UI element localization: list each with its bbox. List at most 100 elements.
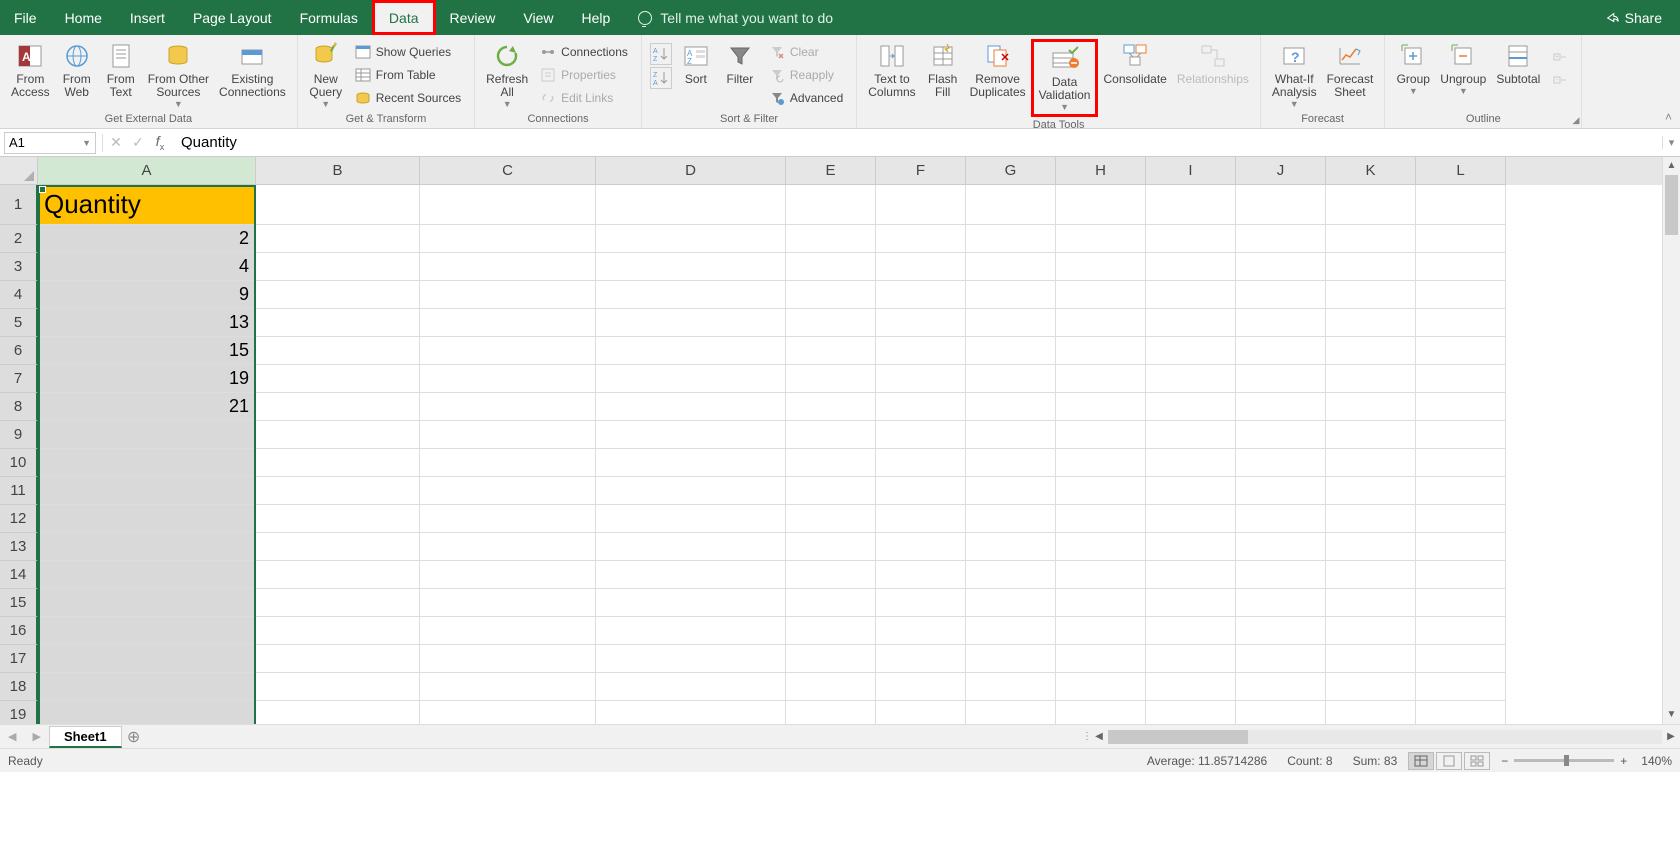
group-button[interactable]: Group ▼ <box>1391 39 1435 98</box>
cell-C10[interactable] <box>420 449 596 477</box>
cell-K2[interactable] <box>1326 225 1416 253</box>
tab-view[interactable]: View <box>509 0 567 35</box>
cell-L19[interactable] <box>1416 701 1506 724</box>
cell-B19[interactable] <box>256 701 420 724</box>
from-text-button[interactable]: From Text <box>99 39 143 101</box>
cell-C15[interactable] <box>420 589 596 617</box>
cell-F17[interactable] <box>876 645 966 673</box>
cell-E19[interactable] <box>786 701 876 724</box>
cell-D15[interactable] <box>596 589 786 617</box>
cell-C4[interactable] <box>420 281 596 309</box>
cell-K16[interactable] <box>1326 617 1416 645</box>
add-sheet-button[interactable]: ⊕ <box>122 727 146 747</box>
share-button[interactable]: Share <box>1587 0 1680 35</box>
cell-H6[interactable] <box>1056 337 1146 365</box>
cell-J4[interactable] <box>1236 281 1326 309</box>
cell-B7[interactable] <box>256 365 420 393</box>
row-header-5[interactable]: 5 <box>0 309 38 337</box>
cell-H8[interactable] <box>1056 393 1146 421</box>
formula-input[interactable]: Quantity <box>171 134 1662 151</box>
cell-F16[interactable] <box>876 617 966 645</box>
cell-C1[interactable] <box>420 185 596 225</box>
cell-E5[interactable] <box>786 309 876 337</box>
row-header-8[interactable]: 8 <box>0 393 38 421</box>
cell-I11[interactable] <box>1146 477 1236 505</box>
zoom-slider[interactable] <box>1514 759 1614 762</box>
from-access-button[interactable]: A From Access <box>6 39 55 101</box>
name-box[interactable]: A1 ▼ <box>4 132 96 154</box>
horizontal-scrollbar[interactable]: ◀ ▶ <box>1090 730 1680 744</box>
cell-A2[interactable]: 2 <box>38 225 256 253</box>
cell-C18[interactable] <box>420 673 596 701</box>
sheet-tab-sheet1[interactable]: Sheet1 <box>49 726 122 748</box>
zoom-value[interactable]: 140% <box>1641 754 1672 768</box>
cell-K6[interactable] <box>1326 337 1416 365</box>
ungroup-button[interactable]: Ungroup ▼ <box>1435 39 1491 98</box>
cell-J10[interactable] <box>1236 449 1326 477</box>
view-normal-button[interactable] <box>1408 752 1434 770</box>
zoom-out-button[interactable]: − <box>1501 754 1508 768</box>
cell-F15[interactable] <box>876 589 966 617</box>
show-detail-button[interactable]: + <box>1549 45 1571 67</box>
cell-B11[interactable] <box>256 477 420 505</box>
column-header-E[interactable]: E <box>786 157 876 185</box>
cell-E8[interactable] <box>786 393 876 421</box>
cell-L6[interactable] <box>1416 337 1506 365</box>
cell-H7[interactable] <box>1056 365 1146 393</box>
cell-A14[interactable] <box>38 561 256 589</box>
cell-L3[interactable] <box>1416 253 1506 281</box>
cell-F4[interactable] <box>876 281 966 309</box>
cell-J15[interactable] <box>1236 589 1326 617</box>
cell-A18[interactable] <box>38 673 256 701</box>
cell-B16[interactable] <box>256 617 420 645</box>
row-header-12[interactable]: 12 <box>0 505 38 533</box>
expand-formula-bar[interactable]: ▾ <box>1662 136 1680 149</box>
cell-G10[interactable] <box>966 449 1056 477</box>
cell-L9[interactable] <box>1416 421 1506 449</box>
row-header-4[interactable]: 4 <box>0 281 38 309</box>
cell-I5[interactable] <box>1146 309 1236 337</box>
cell-H11[interactable] <box>1056 477 1146 505</box>
tab-formulas[interactable]: Formulas <box>286 0 372 35</box>
cell-E3[interactable] <box>786 253 876 281</box>
row-header-13[interactable]: 13 <box>0 533 38 561</box>
cell-J19[interactable] <box>1236 701 1326 724</box>
cell-L13[interactable] <box>1416 533 1506 561</box>
cell-G16[interactable] <box>966 617 1056 645</box>
cell-B6[interactable] <box>256 337 420 365</box>
cell-G11[interactable] <box>966 477 1056 505</box>
cell-L5[interactable] <box>1416 309 1506 337</box>
properties-button[interactable]: Properties <box>537 64 631 86</box>
vertical-scrollbar[interactable]: ▲ ▼ <box>1662 157 1680 724</box>
row-header-1[interactable]: 1 <box>0 185 38 225</box>
row-header-10[interactable]: 10 <box>0 449 38 477</box>
cell-D4[interactable] <box>596 281 786 309</box>
cell-E18[interactable] <box>786 673 876 701</box>
cell-E1[interactable] <box>786 185 876 225</box>
cell-L8[interactable] <box>1416 393 1506 421</box>
remove-duplicates-button[interactable]: Remove Duplicates <box>965 39 1031 101</box>
column-header-B[interactable]: B <box>256 157 420 185</box>
cell-I12[interactable] <box>1146 505 1236 533</box>
from-other-sources-button[interactable]: From Other Sources ▼ <box>143 39 214 111</box>
cell-B10[interactable] <box>256 449 420 477</box>
cell-G18[interactable] <box>966 673 1056 701</box>
row-header-15[interactable]: 15 <box>0 589 38 617</box>
cell-G8[interactable] <box>966 393 1056 421</box>
cell-K9[interactable] <box>1326 421 1416 449</box>
cell-E2[interactable] <box>786 225 876 253</box>
cell-H2[interactable] <box>1056 225 1146 253</box>
sort-desc-button[interactable]: ZA <box>650 67 672 89</box>
cell-H13[interactable] <box>1056 533 1146 561</box>
cell-A13[interactable] <box>38 533 256 561</box>
cell-J18[interactable] <box>1236 673 1326 701</box>
reapply-button[interactable]: Reapply <box>766 64 846 86</box>
cell-I15[interactable] <box>1146 589 1236 617</box>
cell-K1[interactable] <box>1326 185 1416 225</box>
cell-B3[interactable] <box>256 253 420 281</box>
scroll-left-button[interactable]: ◀ <box>1090 731 1108 742</box>
cell-I4[interactable] <box>1146 281 1236 309</box>
cell-A10[interactable] <box>38 449 256 477</box>
cell-L18[interactable] <box>1416 673 1506 701</box>
cell-B13[interactable] <box>256 533 420 561</box>
